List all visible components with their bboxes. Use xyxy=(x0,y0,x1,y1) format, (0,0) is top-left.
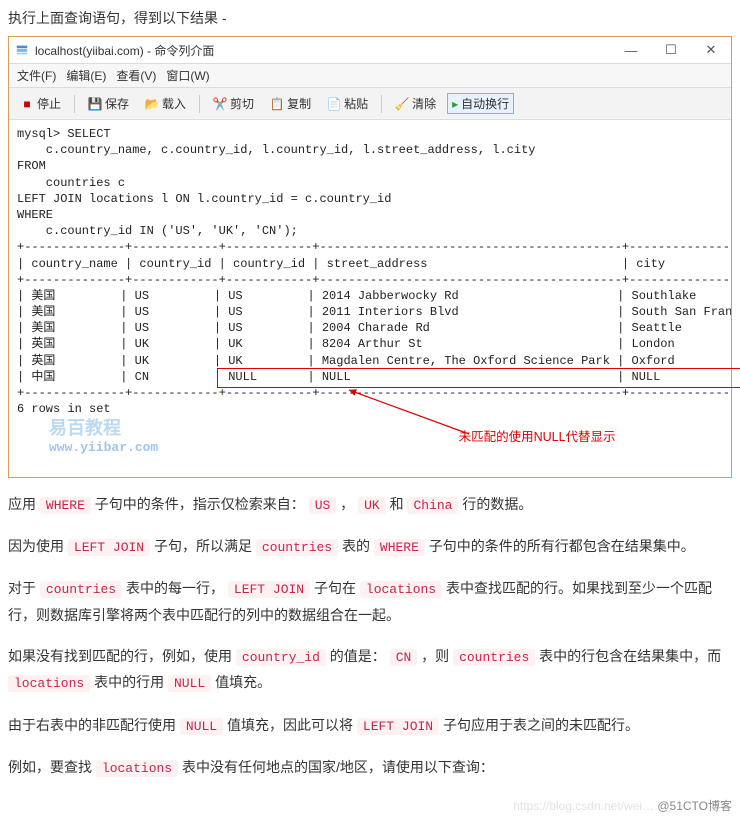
footer-faint: https://blog.csdn.net/wei… xyxy=(513,799,654,813)
text: 对于 xyxy=(8,580,40,596)
window-max-button[interactable]: ☐ xyxy=(651,42,691,58)
scissors-icon: ✂️ xyxy=(213,97,227,111)
code-cn: CN xyxy=(390,649,418,666)
intro-text: 执行上面查询语句，得到以下结果 - xyxy=(8,8,732,28)
text: 子句在 xyxy=(310,580,360,596)
paste-icon: 📄 xyxy=(327,97,341,111)
paragraph-1: 应用 WHERE 子句中的条件，指示仅检索来自： US ， UK 和 China… xyxy=(8,492,732,518)
paragraph-5: 由于右表中的非匹配行使用 NULL 值填充，因此可以将 LEFT JOIN 子句… xyxy=(8,713,732,739)
play-icon: ▸ xyxy=(452,97,458,111)
text: 表中的行包含在结果集中，而 xyxy=(535,648,721,664)
copy-icon: 📋 xyxy=(270,97,284,111)
code-countries: countries xyxy=(256,539,338,556)
save-icon: 💾 xyxy=(88,97,102,111)
text: 表中没有任何地点的国家/地区，请使用以下查询： xyxy=(178,759,494,775)
copy-button[interactable]: 📋 复制 xyxy=(265,92,316,115)
paragraph-4: 如果没有找到匹配的行，例如，使用 country_id 的值是： CN ，则 c… xyxy=(8,644,732,696)
stop-button[interactable]: ■ 停止 xyxy=(15,92,66,115)
paragraph-6: 例如，要查找 locations 表中没有任何地点的国家/地区，请使用以下查询： xyxy=(8,755,732,781)
text: 子句中的条件，指示仅检索来自： xyxy=(91,496,309,512)
clear-icon: 🧹 xyxy=(395,97,409,111)
text: ， xyxy=(336,496,358,512)
paragraph-2: 因为使用 LEFT JOIN 子句，所以满足 countries 表的 WHER… xyxy=(8,534,732,560)
folder-icon: 📂 xyxy=(145,97,159,111)
autowrap-label: 自动换行 xyxy=(461,95,509,112)
code-null: NULL xyxy=(180,718,223,735)
menu-window[interactable]: 窗口(W) xyxy=(166,67,209,84)
menu-edit[interactable]: 编辑(E) xyxy=(66,67,106,84)
cut-label: 剪切 xyxy=(230,95,254,112)
menu-view[interactable]: 查看(V) xyxy=(116,67,156,84)
text: 子句，所以满足 xyxy=(150,538,256,554)
text: 表的 xyxy=(338,538,374,554)
code-leftjoin: LEFT JOIN xyxy=(357,718,439,735)
load-button[interactable]: 📂 载入 xyxy=(140,92,191,115)
code-locations: locations xyxy=(360,581,442,598)
paragraph-3: 对于 countries 表中的每一行， LEFT JOIN 子句在 locat… xyxy=(8,576,732,628)
code-uk: UK xyxy=(358,497,386,514)
clear-label: 清除 xyxy=(412,95,436,112)
toolbar: ■ 停止 💾 保存 📂 载入 ✂️ 剪切 📋 复制 📄 粘贴 🧹 清除 xyxy=(9,88,731,120)
text: 表中的每一行， xyxy=(122,580,228,596)
footer-source: @51CTO博客 xyxy=(657,799,732,813)
copy-label: 复制 xyxy=(287,95,311,112)
code-locations: locations xyxy=(96,760,178,777)
code-us: US xyxy=(309,497,337,514)
stop-label: 停止 xyxy=(37,95,61,112)
stop-icon: ■ xyxy=(20,97,34,111)
app-icon xyxy=(15,43,29,57)
console-output: mysql> SELECT c.country_name, c.country_… xyxy=(9,120,731,477)
cut-button[interactable]: ✂️ 剪切 xyxy=(208,92,259,115)
code-leftjoin: LEFT JOIN xyxy=(228,581,310,598)
code-null: NULL xyxy=(168,675,211,692)
text: 如果没有找到匹配的行，例如，使用 xyxy=(8,648,236,664)
text: ，则 xyxy=(417,648,453,664)
load-label: 载入 xyxy=(162,95,186,112)
code-locations: locations xyxy=(8,675,90,692)
code-countryid: country_id xyxy=(236,649,326,666)
text: 子句应用于表之间的未匹配行。 xyxy=(439,717,639,733)
terminal-window: localhost(yiibai.com) - 命令列介面 — ☐ ✕ 文件(F… xyxy=(8,36,732,478)
window-close-button[interactable]: ✕ xyxy=(691,42,731,58)
paste-label: 粘贴 xyxy=(344,95,368,112)
menu-file[interactable]: 文件(F) xyxy=(17,67,56,84)
code-china: China xyxy=(407,497,458,514)
clear-button[interactable]: 🧹 清除 xyxy=(390,92,441,115)
text: 例如，要查找 xyxy=(8,759,96,775)
save-button[interactable]: 💾 保存 xyxy=(83,92,134,115)
window-min-button[interactable]: — xyxy=(611,43,651,58)
text: 因为使用 xyxy=(8,538,68,554)
window-title: localhost(yiibai.com) - 命令列介面 xyxy=(35,42,611,59)
autowrap-button[interactable]: ▸ 自动换行 xyxy=(447,93,514,114)
text: 和 xyxy=(386,496,408,512)
text: 值填充，因此可以将 xyxy=(223,717,357,733)
text: 表中的行用 xyxy=(90,674,168,690)
text: 的值是： xyxy=(326,648,390,664)
text: 应用 xyxy=(8,496,40,512)
titlebar: localhost(yiibai.com) - 命令列介面 — ☐ ✕ xyxy=(9,37,731,64)
paste-button[interactable]: 📄 粘贴 xyxy=(322,92,373,115)
toolbar-sep xyxy=(381,95,382,113)
footer-watermark: https://blog.csdn.net/wei… @51CTO博客 xyxy=(8,797,732,814)
text: 行的数据。 xyxy=(458,496,532,512)
code-countries: countries xyxy=(453,649,535,666)
text: 子句中的条件的所有行都包含在结果集中。 xyxy=(425,538,695,554)
save-label: 保存 xyxy=(105,95,129,112)
toolbar-sep xyxy=(199,95,200,113)
code-countries: countries xyxy=(40,581,122,598)
code-leftjoin: LEFT JOIN xyxy=(68,539,150,556)
code-where: WHERE xyxy=(40,497,91,514)
callout-text: 未匹配的使用NULL代替显示 xyxy=(459,426,616,445)
text: 由于右表中的非匹配行使用 xyxy=(8,717,180,733)
text: 值填充。 xyxy=(211,674,271,690)
menubar: 文件(F) 编辑(E) 查看(V) 窗口(W) xyxy=(9,64,731,88)
toolbar-sep xyxy=(74,95,75,113)
code-where: WHERE xyxy=(374,539,425,556)
